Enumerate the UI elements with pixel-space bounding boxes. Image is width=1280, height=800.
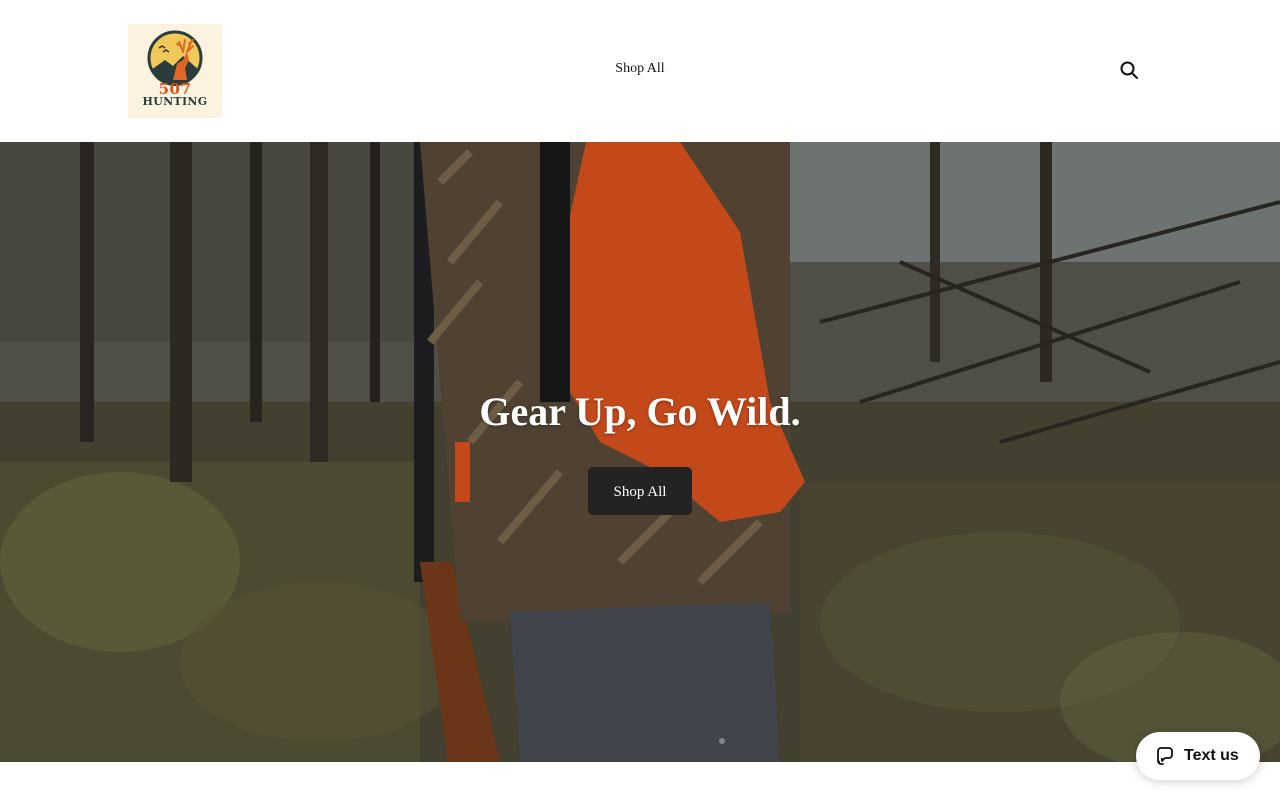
logo-wordmark: HUNTING <box>142 95 208 108</box>
nav-shop-all[interactable]: Shop All <box>600 58 680 80</box>
hero-banner: Gear Up, Go Wild. Shop All <box>0 142 1280 762</box>
hero-shop-all-button[interactable]: Shop All <box>588 467 692 515</box>
brand-logo[interactable]: 507 HUNTING <box>128 24 222 118</box>
page-bottom-strip <box>0 762 1280 800</box>
text-us-widget[interactable]: Text us <box>1136 732 1260 780</box>
hero-overlay <box>0 142 1280 762</box>
logo-number: 507 <box>158 80 192 98</box>
deer-badge-icon <box>147 30 203 86</box>
site-header: 507 HUNTING Shop All <box>0 0 1280 142</box>
slide-indicator[interactable] <box>719 738 725 744</box>
page: 507 HUNTING Shop All Gear Up, Go Wild. S… <box>0 0 1280 800</box>
hero-title: Gear Up, Go Wild. <box>479 389 801 434</box>
text-us-label: Text us <box>1184 747 1239 764</box>
chat-bubble-icon <box>1157 747 1173 765</box>
search-icon <box>1120 61 1138 79</box>
search-button[interactable] <box>1115 56 1143 84</box>
